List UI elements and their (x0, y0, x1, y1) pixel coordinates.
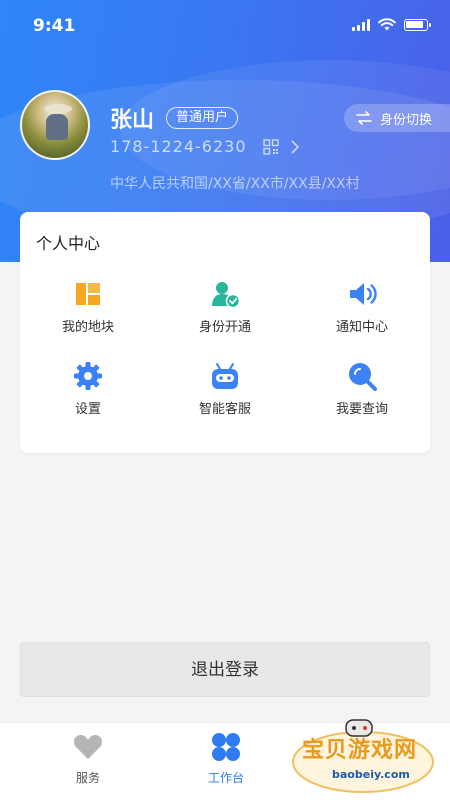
status-icons (352, 18, 431, 31)
battery-icon (404, 18, 431, 31)
menu-item-label: 通知中心 (335, 320, 388, 335)
gear-icon (74, 362, 102, 390)
menu-item-my-plots[interactable]: 我的地块 (28, 278, 148, 335)
speaker-icon (350, 283, 377, 305)
user-name: 张山 (110, 108, 155, 133)
heart-icon (73, 735, 103, 759)
site-watermark: 宝贝游戏网 baobeiy.com (288, 718, 438, 796)
watermark-url: baobeiy.com (332, 768, 410, 781)
menu-item-label: 设置 (74, 402, 101, 417)
tab-workbench[interactable]: 工作台 (186, 731, 266, 786)
identity-switch-button[interactable]: 身份切换 (344, 104, 450, 132)
cellular-signal-icon (352, 18, 370, 31)
user-verified-icon (212, 282, 241, 309)
user-phone: 178-1224-6230 (110, 137, 247, 156)
search-icon (349, 363, 377, 391)
workbench-icon (212, 733, 240, 761)
map-plot-icon (76, 283, 100, 305)
user-address: 中华人民共和国/XX省/XX市/XX县/XX村 (110, 176, 360, 192)
tab-label: 工作台 (207, 771, 244, 785)
menu-item-notification-center[interactable]: 通知中心 (302, 278, 422, 335)
logout-button[interactable]: 退出登录 (20, 642, 430, 697)
avatar[interactable] (20, 90, 90, 160)
menu-item-smart-service[interactable]: 智能客服 (165, 360, 285, 417)
wifi-icon (378, 18, 396, 31)
robot-icon (212, 363, 238, 389)
user-role-badge: 普通用户 (166, 107, 239, 129)
menu-item-label: 智能客服 (198, 402, 251, 417)
menu-item-identity-activation[interactable]: 身份开通 (165, 278, 285, 335)
identity-switch-label: 身份切换 (380, 112, 433, 128)
menu-item-settings[interactable]: 设置 (28, 360, 148, 417)
menu-item-query[interactable]: 我要查询 (302, 360, 422, 417)
menu-item-label: 身份开通 (198, 320, 251, 335)
personal-center-card: 个人中心 我的地块 身份开通 通知中心 设置 智能客服 我要查询 (20, 212, 430, 453)
switch-arrows-icon (356, 111, 372, 125)
status-time: 9:41 (33, 16, 76, 36)
tab-label: 服务 (75, 771, 100, 785)
watermark-text: 宝贝游戏网 (302, 738, 418, 763)
chevron-right-icon[interactable] (289, 139, 301, 155)
personal-center-title: 个人中心 (36, 234, 101, 253)
menu-item-label: 我要查询 (335, 402, 388, 417)
menu-item-label: 我的地块 (61, 320, 114, 335)
status-bar: 9:41 (0, 0, 450, 52)
tab-service[interactable]: 服务 (48, 731, 128, 786)
qr-code-icon[interactable] (263, 139, 279, 155)
